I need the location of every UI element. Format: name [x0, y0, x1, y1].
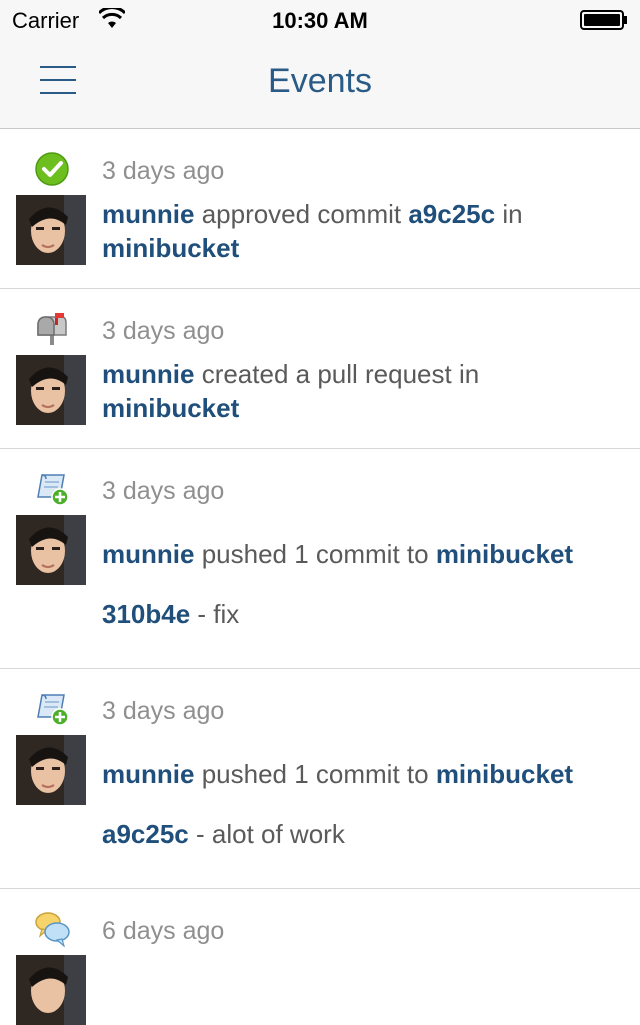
- commit-scroll-icon: [37, 694, 69, 726]
- user-link[interactable]: munnie: [102, 539, 194, 569]
- user-link[interactable]: munnie: [102, 199, 194, 229]
- avatar: [16, 955, 86, 1025]
- commit-message: - alot of work: [196, 819, 345, 849]
- user-link[interactable]: munnie: [102, 759, 194, 789]
- avatar: [16, 195, 86, 265]
- events-list: 3 days ago munnie approved commit a9c25c…: [0, 129, 640, 1025]
- commit-message: - fix: [197, 599, 240, 629]
- user-link[interactable]: munnie: [102, 359, 194, 389]
- event-description: munnie pushed 1 commit to minibucket: [102, 539, 574, 569]
- event-row-approved[interactable]: 3 days ago munnie approved commit a9c25c…: [0, 129, 640, 289]
- avatar: [16, 735, 86, 805]
- commit-link[interactable]: a9c25c: [102, 819, 189, 849]
- comment-bubbles-icon: [35, 912, 70, 947]
- avatar: [16, 355, 86, 425]
- event-row-pull-request[interactable]: 3 days ago munnie created a pull request…: [0, 289, 640, 449]
- commit-summary: 310b4e - fix: [102, 599, 239, 630]
- event-time: 3 days ago: [102, 317, 225, 345]
- approved-check-icon: [35, 152, 69, 186]
- commit-link[interactable]: 310b4e: [102, 599, 190, 629]
- repo-link[interactable]: minibucket: [102, 233, 239, 263]
- repo-link[interactable]: minibucket: [436, 539, 573, 569]
- event-row-push[interactable]: 3 days ago munnie pushed 1 commit to min…: [0, 669, 640, 889]
- event-time: 6 days ago: [102, 917, 225, 945]
- commit-link[interactable]: a9c25c: [408, 199, 495, 229]
- event-time: 3 days ago: [102, 697, 225, 725]
- mailbox-icon: [37, 313, 67, 345]
- event-description: munnie created a pull request in minibuc…: [102, 359, 480, 423]
- event-time: 3 days ago: [102, 477, 225, 505]
- repo-link[interactable]: minibucket: [436, 759, 573, 789]
- event-row-comment[interactable]: 6 days ago: [0, 889, 640, 1025]
- event-description: munnie pushed 1 commit to minibucket: [102, 759, 574, 789]
- battery-icon: [580, 10, 627, 30]
- page-title: Events: [268, 62, 372, 100]
- event-time: 3 days ago: [102, 157, 225, 185]
- avatar: [16, 515, 86, 585]
- event-row-push[interactable]: 3 days ago munnie pushed 1 commit to min…: [0, 449, 640, 669]
- commit-summary: a9c25c - alot of work: [102, 819, 345, 850]
- repo-link[interactable]: minibucket: [102, 393, 239, 423]
- status-bar: Carrier 10:30 AM: [0, 0, 640, 40]
- clock: 10:30 AM: [272, 8, 368, 33]
- event-description: munnie approved commit a9c25c in minibuc…: [102, 199, 523, 263]
- commit-scroll-icon: [37, 474, 69, 506]
- navigation-bar: Events: [0, 40, 640, 129]
